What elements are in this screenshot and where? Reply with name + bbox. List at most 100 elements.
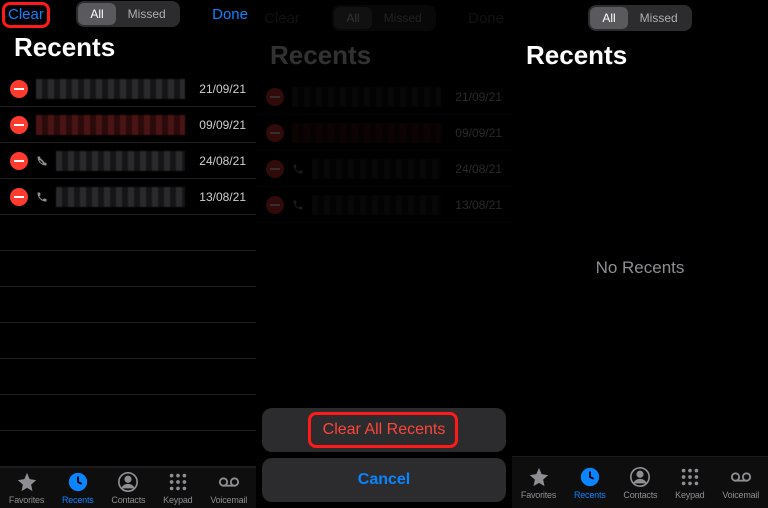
caller-redacted xyxy=(36,79,185,99)
screen-edit-mode: Clear All Missed Done Recents 21/09/21 0… xyxy=(0,0,256,508)
delete-icon[interactable] xyxy=(10,188,28,206)
done-button[interactable]: Done xyxy=(192,6,248,23)
call-date: 24/08/21 xyxy=(455,162,502,176)
caller-redacted xyxy=(36,115,185,135)
tab-contacts[interactable]: Contacts xyxy=(623,466,657,500)
tab-bar: Favorites Recents Contacts Keypad Voicem… xyxy=(512,456,768,508)
call-row[interactable]: 13/08/21 xyxy=(0,179,256,215)
clear-button[interactable]: Clear xyxy=(8,6,64,23)
top-bar: Clear All Missed Done xyxy=(0,0,256,28)
tab-keypad[interactable]: Keypad xyxy=(163,471,192,505)
top-bar: All Missed xyxy=(512,0,768,36)
keypad-icon xyxy=(167,471,189,493)
tab-label: Keypad xyxy=(163,495,192,505)
voicemail-icon xyxy=(730,466,752,488)
delete-icon[interactable] xyxy=(10,152,28,170)
delete-icon[interactable] xyxy=(10,116,28,134)
call-row[interactable]: 21/09/21 xyxy=(0,71,256,107)
tab-label: Favorites xyxy=(521,490,556,500)
call-date: 21/09/21 xyxy=(199,82,246,96)
delete-icon xyxy=(266,88,284,106)
caller-redacted xyxy=(292,123,441,143)
caller-redacted xyxy=(56,151,185,171)
action-sheet: Clear All Recents Cancel xyxy=(262,408,506,502)
call-date: 09/09/21 xyxy=(455,126,502,140)
empty-list-row xyxy=(0,323,256,359)
page-title: Recents xyxy=(0,28,256,71)
seg-all[interactable]: All xyxy=(78,3,115,25)
call-date: 24/08/21 xyxy=(199,154,246,168)
delete-icon[interactable] xyxy=(10,80,28,98)
empty-list-row xyxy=(0,215,256,251)
tab-label: Recents xyxy=(574,490,606,500)
tab-label: Voicemail xyxy=(722,490,759,500)
caller-redacted xyxy=(56,187,185,207)
seg-missed[interactable]: Missed xyxy=(116,3,178,25)
call-row: 09/09/21 xyxy=(256,115,512,151)
clock-icon xyxy=(67,471,89,493)
outgoing-call-icon xyxy=(292,199,304,211)
tab-label: Voicemail xyxy=(210,495,247,505)
delete-icon xyxy=(266,196,284,214)
clear-button: Clear xyxy=(264,10,320,27)
call-date: 13/08/21 xyxy=(455,198,502,212)
top-bar: Clear All Missed Done xyxy=(256,0,512,36)
call-date: 13/08/21 xyxy=(199,190,246,204)
tab-recents[interactable]: Recents xyxy=(574,466,606,500)
clock-icon xyxy=(579,466,601,488)
person-circle-icon xyxy=(629,466,651,488)
tab-recents[interactable]: Recents xyxy=(62,471,94,505)
delete-icon xyxy=(266,160,284,178)
seg-all: All xyxy=(334,7,371,29)
caller-redacted xyxy=(312,195,441,215)
empty-list-row xyxy=(0,359,256,395)
tab-voicemail[interactable]: Voicemail xyxy=(722,466,759,500)
tab-voicemail[interactable]: Voicemail xyxy=(210,471,247,505)
seg-missed[interactable]: Missed xyxy=(628,7,690,29)
tab-label: Recents xyxy=(62,495,94,505)
outgoing-call-icon xyxy=(292,163,304,175)
star-icon xyxy=(16,471,38,493)
call-row[interactable]: 24/08/21 xyxy=(0,143,256,179)
tab-contacts[interactable]: Contacts xyxy=(111,471,145,505)
tab-keypad[interactable]: Keypad xyxy=(675,466,704,500)
tab-favorites[interactable]: Favorites xyxy=(521,466,556,500)
page-title: Recents xyxy=(512,36,768,79)
person-circle-icon xyxy=(117,471,139,493)
call-date: 21/09/21 xyxy=(455,90,502,104)
segmented-control: All Missed xyxy=(332,5,435,31)
voicemail-icon xyxy=(218,471,240,493)
clear-all-recents-button[interactable]: Clear All Recents xyxy=(262,408,506,452)
tab-label: Contacts xyxy=(111,495,145,505)
delete-icon xyxy=(266,124,284,142)
outgoing-call-icon xyxy=(36,191,48,203)
tab-bar: Favorites Recents Contacts Keypad Voicem… xyxy=(0,467,256,508)
recents-list: 21/09/21 09/09/21 24/08/21 13/08/21 xyxy=(0,71,256,467)
seg-missed: Missed xyxy=(372,7,434,29)
segmented-control[interactable]: All Missed xyxy=(76,1,179,27)
tab-favorites[interactable]: Favorites xyxy=(9,471,44,505)
seg-all[interactable]: All xyxy=(590,7,627,29)
screen-action-sheet: Clear All Missed Done Recents 21/09/21 0… xyxy=(256,0,512,508)
empty-list-row xyxy=(0,287,256,323)
caller-redacted xyxy=(312,159,441,179)
tab-label: Keypad xyxy=(675,490,704,500)
outgoing-call-icon xyxy=(36,155,48,167)
done-button: Done xyxy=(448,10,504,27)
tab-label: Contacts xyxy=(623,490,657,500)
call-row: 13/08/21 xyxy=(256,187,512,223)
page-title: Recents xyxy=(256,36,512,79)
screen-empty: All Missed Recents No Recents Favorites … xyxy=(512,0,768,508)
cancel-button[interactable]: Cancel xyxy=(262,458,506,502)
call-row: 21/09/21 xyxy=(256,79,512,115)
tab-label: Favorites xyxy=(9,495,44,505)
segmented-control[interactable]: All Missed xyxy=(588,5,691,31)
call-row[interactable]: 09/09/21 xyxy=(0,107,256,143)
call-date: 09/09/21 xyxy=(199,118,246,132)
empty-list-row xyxy=(0,251,256,287)
empty-list-row xyxy=(0,431,256,467)
keypad-icon xyxy=(679,466,701,488)
call-row: 24/08/21 xyxy=(256,151,512,187)
star-icon xyxy=(528,466,550,488)
empty-list-row xyxy=(0,395,256,431)
